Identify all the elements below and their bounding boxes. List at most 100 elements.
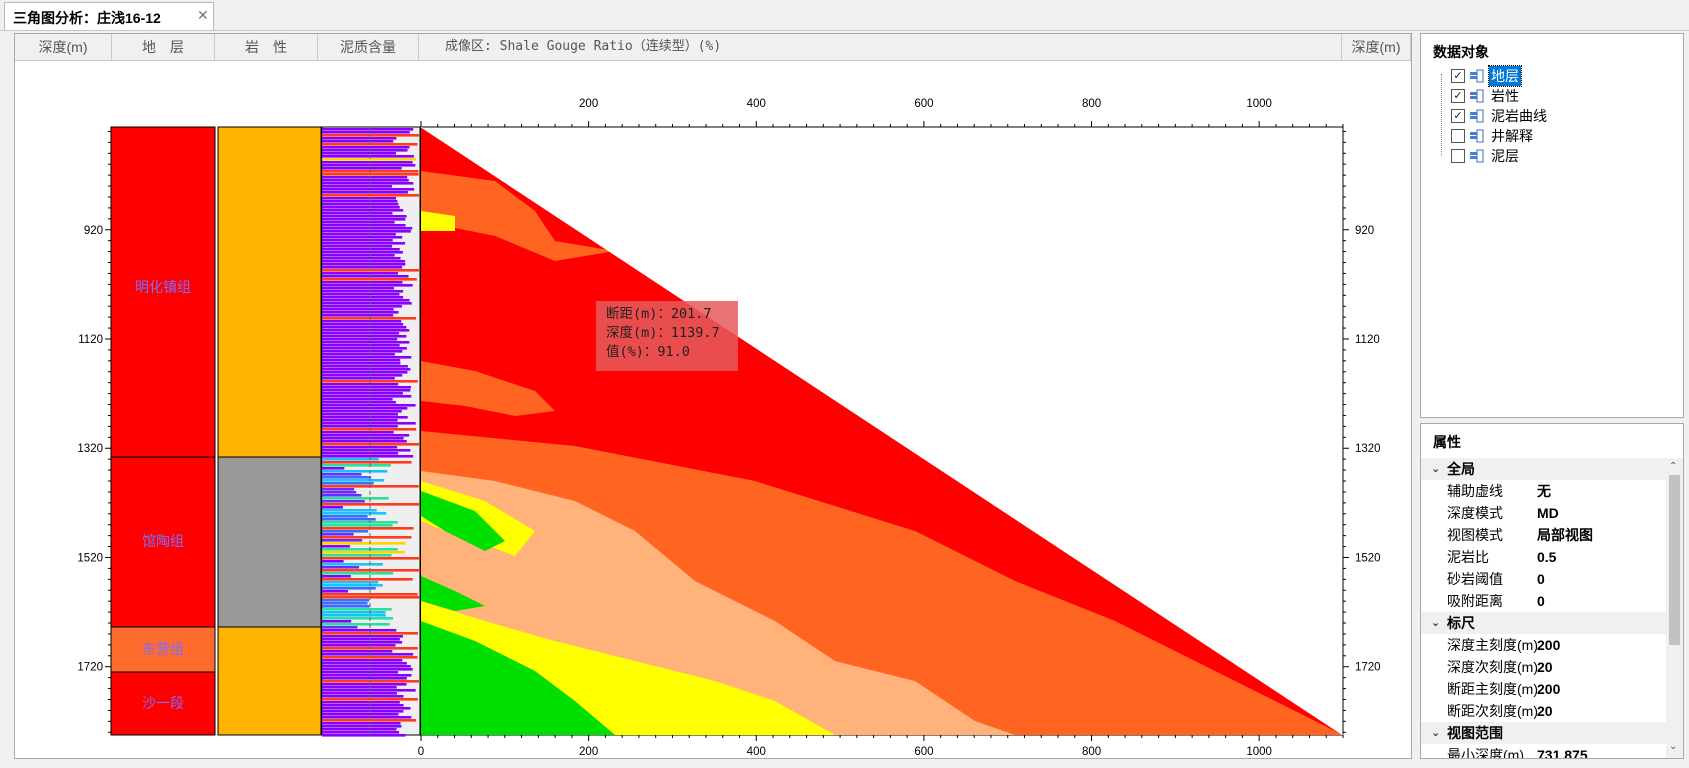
property-key: 深度次刻度(m) [1447,659,1538,675]
throw-label-bottom: 0 [418,746,424,758]
tree-item[interactable]: 井解释 [1451,126,1535,146]
property-value[interactable]: 0.5 [1537,546,1556,568]
checkbox[interactable]: ✓ [1451,109,1465,123]
property-scrollbar[interactable]: ⌃ ⌄ [1666,461,1683,758]
data-layer-icon [1469,89,1485,103]
shale-bar [322,206,400,209]
chevron-down-icon[interactable]: ⌄ [1431,722,1440,744]
shale-bar [322,137,397,140]
shale-bar [322,260,406,263]
checkbox[interactable]: ✓ [1451,69,1465,83]
shale-bar [322,431,394,434]
property-value[interactable]: 20 [1537,656,1553,678]
shale-bar [322,449,411,452]
shale-bar [322,242,406,245]
property-value[interactable]: 无 [1537,480,1551,502]
shale-bar [322,158,416,161]
depth-axis-right: 920 1120 1320 1520 1720 [1342,127,1381,735]
tree-item[interactable]: ✓ 岩性 [1451,86,1521,106]
property-group[interactable]: ⌄ 全局 [1421,458,1683,480]
scrollbar-thumb[interactable] [1669,475,1680,645]
shale-bar [322,278,417,281]
property-value[interactable]: 局部视图 [1537,524,1593,546]
depth-axis-left: 920 1120 1320 1520 1720 [77,127,112,735]
shale-bar [322,635,403,638]
property-group[interactable]: ⌄ 标尺 [1421,612,1683,634]
shale-bar [322,689,416,692]
depth-label-right: 920 [1355,225,1374,237]
shale-bar [322,620,352,623]
shale-bar [322,311,399,314]
chevron-down-icon[interactable]: ⌄ [1431,458,1440,480]
shale-bar [322,725,402,728]
sgr-triangle-plot[interactable]: 200 400 600 800 1000 0 200 400 600 800 1000 [418,98,1344,758]
scroll-down-icon[interactable]: ⌄ [1669,741,1677,752]
shale-bar [322,440,407,443]
depth-label-left: 920 [84,225,103,237]
property-value[interactable]: 20 [1537,700,1553,722]
scroll-up-icon[interactable]: ⌃ [1669,461,1677,472]
shale-bar [322,236,403,239]
shale-bar [322,656,418,659]
shale-bar [322,404,416,407]
shale-bar [322,683,407,686]
property-value[interactable]: 200 [1537,678,1560,700]
shale-bar [322,734,406,737]
shale-bar [322,479,385,482]
shale-bar [322,617,394,620]
shale-bar [322,224,406,227]
close-icon[interactable]: ✕ [197,7,209,24]
shale-bar [322,374,403,377]
shale-bar [322,128,414,131]
checkbox[interactable] [1451,149,1465,163]
data-layer-icon [1469,129,1485,143]
tree-item[interactable]: ✓ 泥岩曲线 [1451,106,1549,126]
shale-bar [322,722,401,725]
property-key: 断距主刻度(m) [1447,681,1538,697]
shale-bar [322,299,410,302]
property-value[interactable]: 200 [1537,634,1560,656]
shale-bar [322,719,417,722]
property-group[interactable]: ⌄ 视图范围 [1421,722,1683,744]
shale-bar [322,608,392,611]
property-value[interactable]: 0 [1537,568,1545,590]
property-value[interactable]: 0 [1537,590,1545,612]
shale-bar [322,659,403,662]
shale-bar [322,494,362,497]
checkbox[interactable]: ✓ [1451,89,1465,103]
shale-bar [322,293,400,296]
property-key: 视图模式 [1447,527,1503,543]
document-tab[interactable]: 三角图分析：庄浅16-12 ✕ [4,2,214,30]
shale-bar [322,701,400,704]
shale-bar [322,266,403,269]
checkbox[interactable] [1451,129,1465,143]
shale-bar [322,338,398,341]
shale-bar [322,509,377,512]
tree-item[interactable]: ✓ 地层 [1451,65,1522,87]
shale-bar [322,425,398,428]
shale-bar [322,584,383,587]
shale-bar [322,179,409,182]
shale-bar [322,515,368,518]
tree-item[interactable]: 泥层 [1451,146,1521,166]
shale-bar [322,182,414,185]
property-value[interactable]: MD [1537,502,1559,524]
shale-bar [322,308,394,311]
triangle-chart-view[interactable]: 深度(m) 地 层 岩 性 泥质含量 成像区: Shale Gouge Rati… [14,33,1412,759]
shale-content-curve [321,126,421,737]
chevron-down-icon[interactable]: ⌄ [1431,612,1440,634]
shale-bar [322,335,407,338]
property-group-name: 标尺 [1447,615,1475,631]
shale-bar [322,593,418,596]
shale-bar [322,512,387,515]
shale-bar [322,344,400,347]
property-value[interactable]: 731.875 [1537,744,1588,758]
shale-bar [322,413,399,416]
shale-bar [322,599,370,602]
shale-bar [322,317,417,320]
shale-bar [322,395,412,398]
shale-bar [322,188,415,191]
shale-bar [322,245,393,248]
property-key: 深度主刻度(m) [1447,637,1538,653]
shale-bar [322,389,411,392]
